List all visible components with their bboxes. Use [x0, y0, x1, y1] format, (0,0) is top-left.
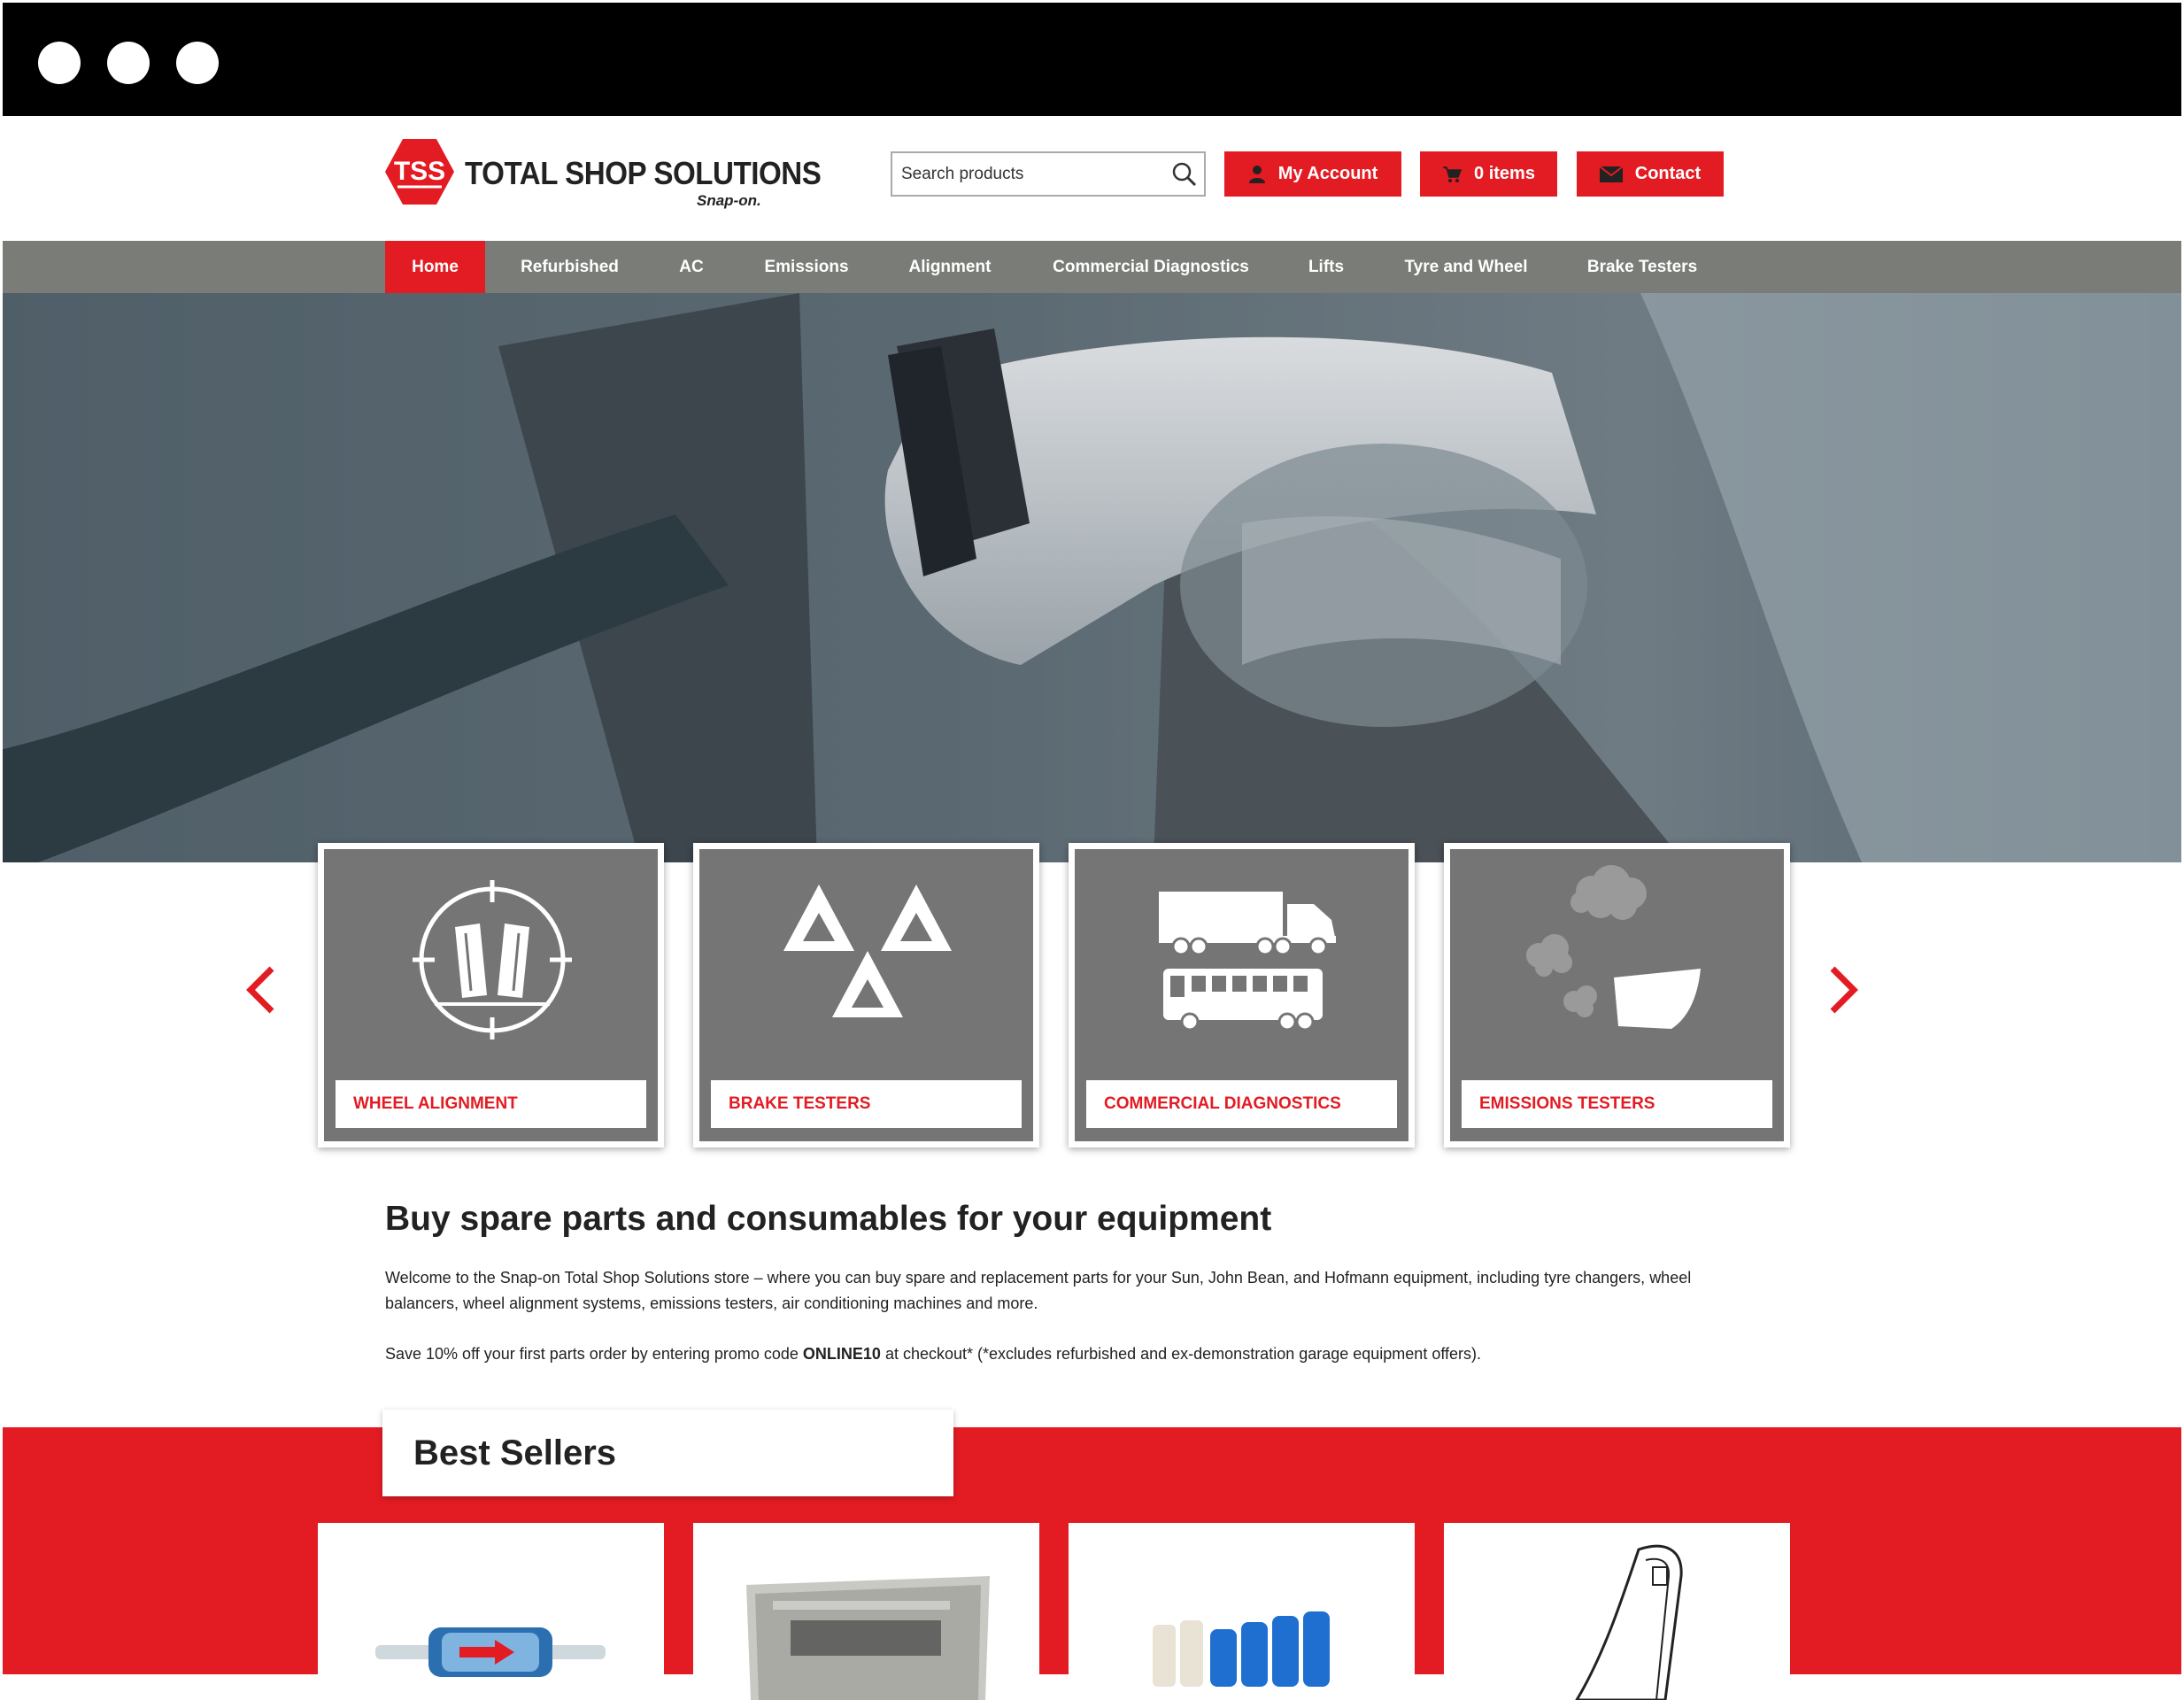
brake-tester-icon [783, 885, 952, 1017]
cart-label: 0 items [1474, 164, 1535, 183]
window-close-control[interactable] [38, 42, 81, 84]
search-input[interactable] [892, 153, 1158, 195]
my-account-button[interactable]: My Account [1224, 151, 1401, 197]
category-label: WHEEL ALIGNMENT [336, 1080, 646, 1128]
promo-text: Save 10% off your first parts order by e… [385, 1341, 1740, 1367]
promo-after: at checkout* (*excludes refurbished and … [880, 1345, 1482, 1363]
nav-item-home[interactable]: Home [385, 241, 485, 293]
search-box [891, 151, 1206, 197]
window-titlebar [3, 3, 2181, 116]
tss-logo-icon: TSS [385, 139, 454, 205]
category-card-commercial-diagnostics[interactable]: COMMERCIAL DIAGNOSTICS [1069, 843, 1415, 1148]
site-logo[interactable]: TSS TOTAL SHOP SOLUTIONS Snap-on. [385, 139, 822, 210]
product-card[interactable] [318, 1523, 664, 1700]
carousel-next-icon[interactable] [1825, 965, 1861, 1015]
svg-text:TSS: TSS [394, 157, 445, 186]
my-account-label: My Account [1277, 164, 1378, 183]
product-card[interactable] [1069, 1523, 1415, 1700]
category-label: BRAKE TESTERS [711, 1080, 1022, 1128]
search-icon[interactable] [1170, 160, 1199, 189]
category-card-brake-testers[interactable]: BRAKE TESTERS [693, 843, 1039, 1148]
promo-code: ONLINE10 [802, 1345, 881, 1363]
user-icon [1248, 165, 1265, 183]
best-sellers-title: Best Sellers [382, 1410, 953, 1496]
intro-heading: Buy spare parts and consumables for your… [385, 1200, 1272, 1238]
nav-item-refurbished[interactable]: Refurbished [505, 241, 635, 293]
blue-connectors-image [1153, 1611, 1330, 1687]
cart-icon [1443, 166, 1462, 182]
category-card-wheel-alignment[interactable]: WHEEL ALIGNMENT [318, 843, 664, 1148]
window-maximize-control[interactable] [176, 42, 219, 84]
emissions-icon [1526, 865, 1701, 1029]
nav-item-brake-testers[interactable]: Brake Testers [1576, 241, 1709, 293]
inline-filter-image [375, 1627, 606, 1677]
cart-button[interactable]: 0 items [1420, 151, 1557, 197]
product-card[interactable] [693, 1523, 1039, 1700]
mail-icon [1599, 166, 1623, 182]
contact-label: Contact [1634, 164, 1702, 183]
site-header: TSS TOTAL SHOP SOLUTIONS Snap-on. My Acc… [3, 116, 2181, 241]
brand-name: TOTAL SHOP SOLUTIONS [465, 155, 822, 191]
spare-part-bag-image [746, 1576, 990, 1700]
brand-sub: Snap-on. [697, 192, 761, 209]
nav-item-commercial-diagnostics[interactable]: Commercial Diagnostics [1045, 241, 1257, 293]
ev-charger-plug-illustration [3, 293, 2181, 862]
contact-button[interactable]: Contact [1577, 151, 1724, 197]
category-label: EMISSIONS TESTERS [1462, 1080, 1772, 1128]
hero-banner-image [3, 293, 2181, 862]
nav-item-emissions[interactable]: Emissions [755, 241, 858, 293]
nav-item-lifts[interactable]: Lifts [1295, 241, 1357, 293]
window-minimize-control[interactable] [107, 42, 150, 84]
category-label: COMMERCIAL DIAGNOSTICS [1086, 1080, 1397, 1128]
nav-item-ac[interactable]: AC [667, 241, 716, 293]
carousel-prev-icon[interactable] [243, 965, 279, 1015]
nav-item-tyre-and-wheel[interactable]: Tyre and Wheel [1397, 241, 1535, 293]
intro-body: Welcome to the Snap-on Total Shop Soluti… [385, 1269, 1692, 1312]
intro-section: Buy spare parts and consumables for your… [385, 1200, 1740, 1367]
promo-before: Save 10% off your first parts order by e… [385, 1345, 803, 1363]
category-card-emissions-testers[interactable]: EMISSIONS TESTERS [1444, 843, 1790, 1148]
commercial-vehicles-icon [1159, 892, 1336, 1032]
main-nav: Home Refurbished AC Emissions Alignment … [3, 241, 2181, 293]
nav-item-alignment[interactable]: Alignment [897, 241, 1003, 293]
product-card[interactable] [1444, 1523, 1790, 1700]
clip-part-image [1575, 1544, 1683, 1700]
wheel-alignment-icon [413, 880, 572, 1039]
